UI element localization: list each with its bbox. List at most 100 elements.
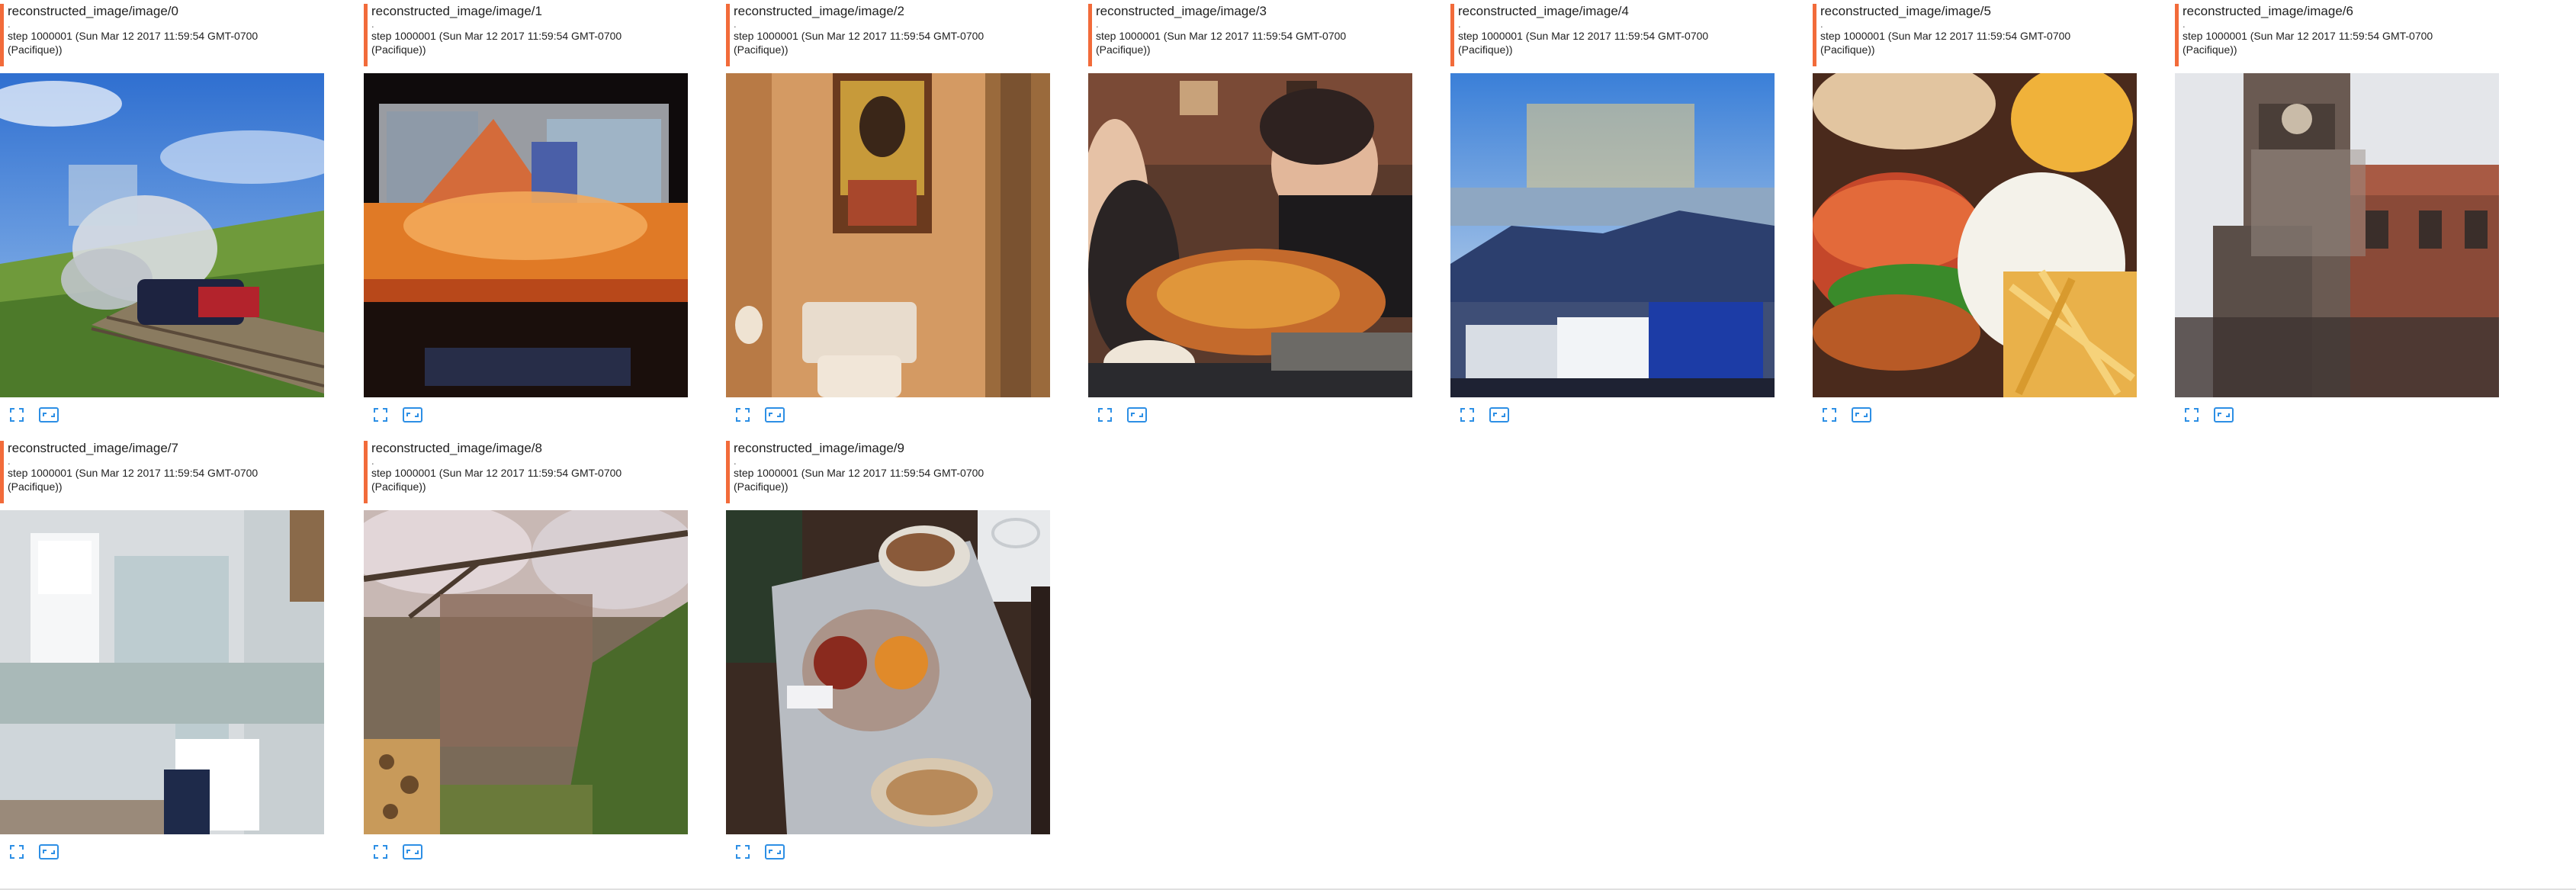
card-header: reconstructed_image/image/8 . step 10000…: [364, 437, 688, 504]
fullscreen-icon[interactable]: [370, 406, 391, 424]
fullscreen-icon[interactable]: [6, 843, 27, 861]
reconstructed-image[interactable]: [364, 73, 688, 397]
fullscreen-icon[interactable]: [370, 843, 391, 861]
card-step-label: step 1000001 (Sun Mar 12 2017 11:59:54 G…: [734, 30, 984, 56]
image-card-7: reconstructed_image/image/7 . step 10000…: [0, 437, 324, 864]
image-card-8: reconstructed_image/image/8 . step 10000…: [364, 437, 688, 864]
fit-size-icon[interactable]: [38, 406, 59, 424]
image-card-9: reconstructed_image/image/9 . step 10000…: [726, 437, 1050, 864]
card-separator: .: [2183, 18, 2186, 30]
card-header: reconstructed_image/image/0 . step 10000…: [0, 0, 324, 67]
card-title: reconstructed_image/image/7: [8, 441, 178, 455]
card-title: reconstructed_image/image/1: [371, 4, 542, 18]
reconstructed-image[interactable]: [0, 73, 324, 397]
accent-bar: [726, 441, 730, 503]
card-step-label: step 1000001 (Sun Mar 12 2017 11:59:54 G…: [371, 30, 622, 56]
card-title: reconstructed_image/image/6: [2183, 4, 2353, 18]
fit-size-icon[interactable]: [2213, 406, 2234, 424]
card-step-label: step 1000001 (Sun Mar 12 2017 11:59:54 G…: [1458, 30, 1709, 56]
fit-size-icon[interactable]: [1126, 406, 1148, 424]
card-header: reconstructed_image/image/3 . step 10000…: [1088, 0, 1412, 67]
card-header: reconstructed_image/image/5 . step 10000…: [1813, 0, 2137, 67]
accent-bar: [364, 4, 368, 66]
card-separator: .: [8, 18, 11, 30]
image-dashboard-grid: reconstructed_image/image/0 . step 10000…: [0, 0, 2576, 890]
card-title: reconstructed_image/image/8: [371, 441, 542, 455]
accent-bar: [0, 441, 4, 503]
card-title: reconstructed_image/image/3: [1096, 4, 1267, 18]
card-title: reconstructed_image/image/2: [734, 4, 904, 18]
image-controls: [6, 405, 59, 425]
fit-size-icon[interactable]: [38, 843, 59, 861]
card-separator: .: [734, 455, 737, 467]
image-card-2: reconstructed_image/image/2 . step 10000…: [726, 0, 1050, 427]
card-separator: .: [8, 455, 11, 467]
card-step-label: step 1000001 (Sun Mar 12 2017 11:59:54 G…: [8, 467, 259, 493]
reconstructed-image[interactable]: [364, 510, 688, 834]
reconstructed-image[interactable]: [1813, 73, 2137, 397]
reconstructed-image[interactable]: [2175, 73, 2499, 397]
fullscreen-icon[interactable]: [2181, 406, 2202, 424]
card-separator: .: [1820, 18, 1823, 30]
image-controls: [370, 842, 423, 862]
image-controls: [2181, 405, 2234, 425]
card-title: reconstructed_image/image/4: [1458, 4, 1629, 18]
card-header: reconstructed_image/image/7 . step 10000…: [0, 437, 324, 504]
card-header: reconstructed_image/image/4 . step 10000…: [1450, 0, 1775, 67]
reconstructed-image[interactable]: [726, 510, 1050, 834]
fullscreen-icon[interactable]: [6, 406, 27, 424]
card-step-label: step 1000001 (Sun Mar 12 2017 11:59:54 G…: [2183, 30, 2433, 56]
fit-size-icon[interactable]: [402, 406, 423, 424]
accent-bar: [1813, 4, 1816, 66]
card-header: reconstructed_image/image/1 . step 10000…: [364, 0, 688, 67]
fullscreen-icon[interactable]: [1094, 406, 1116, 424]
fullscreen-icon[interactable]: [732, 843, 753, 861]
card-step-label: step 1000001 (Sun Mar 12 2017 11:59:54 G…: [8, 30, 259, 56]
card-separator: .: [371, 18, 374, 30]
fit-size-icon[interactable]: [1851, 406, 1872, 424]
card-header: reconstructed_image/image/9 . step 10000…: [726, 437, 1050, 504]
reconstructed-image[interactable]: [0, 510, 324, 834]
image-controls: [6, 842, 59, 862]
card-separator: .: [734, 18, 737, 30]
image-card-3: reconstructed_image/image/3 . step 10000…: [1088, 0, 1412, 427]
image-card-4: reconstructed_image/image/4 . step 10000…: [1450, 0, 1775, 427]
card-separator: .: [371, 455, 374, 467]
image-card-5: reconstructed_image/image/5 . step 10000…: [1813, 0, 2137, 427]
card-separator: .: [1458, 18, 1461, 30]
fullscreen-icon[interactable]: [1819, 406, 1840, 424]
accent-bar: [726, 4, 730, 66]
image-card-6: reconstructed_image/image/6 . step 10000…: [2175, 0, 2499, 427]
accent-bar: [2175, 4, 2179, 66]
fullscreen-icon[interactable]: [732, 406, 753, 424]
card-step-label: step 1000001 (Sun Mar 12 2017 11:59:54 G…: [371, 467, 622, 493]
fit-size-icon[interactable]: [402, 843, 423, 861]
fullscreen-icon[interactable]: [1457, 406, 1478, 424]
accent-bar: [1450, 4, 1454, 66]
image-controls: [732, 842, 785, 862]
accent-bar: [1088, 4, 1092, 66]
fit-size-icon[interactable]: [764, 843, 785, 861]
image-controls: [1819, 405, 1872, 425]
reconstructed-image[interactable]: [726, 73, 1050, 397]
card-header: reconstructed_image/image/6 . step 10000…: [2175, 0, 2499, 67]
card-title: reconstructed_image/image/0: [8, 4, 178, 18]
card-header: reconstructed_image/image/2 . step 10000…: [726, 0, 1050, 67]
accent-bar: [364, 441, 368, 503]
card-title: reconstructed_image/image/5: [1820, 4, 1991, 18]
reconstructed-image[interactable]: [1450, 73, 1775, 397]
card-title: reconstructed_image/image/9: [734, 441, 904, 455]
card-step-label: step 1000001 (Sun Mar 12 2017 11:59:54 G…: [1820, 30, 2071, 56]
image-card-1: reconstructed_image/image/1 . step 10000…: [364, 0, 688, 427]
card-step-label: step 1000001 (Sun Mar 12 2017 11:59:54 G…: [1096, 30, 1347, 56]
image-card-0: reconstructed_image/image/0 . step 10000…: [0, 0, 324, 427]
image-controls: [732, 405, 785, 425]
card-step-label: step 1000001 (Sun Mar 12 2017 11:59:54 G…: [734, 467, 984, 493]
accent-bar: [0, 4, 4, 66]
reconstructed-image[interactable]: [1088, 73, 1412, 397]
image-controls: [1457, 405, 1510, 425]
fit-size-icon[interactable]: [1489, 406, 1510, 424]
image-controls: [370, 405, 423, 425]
fit-size-icon[interactable]: [764, 406, 785, 424]
card-separator: .: [1096, 18, 1099, 30]
